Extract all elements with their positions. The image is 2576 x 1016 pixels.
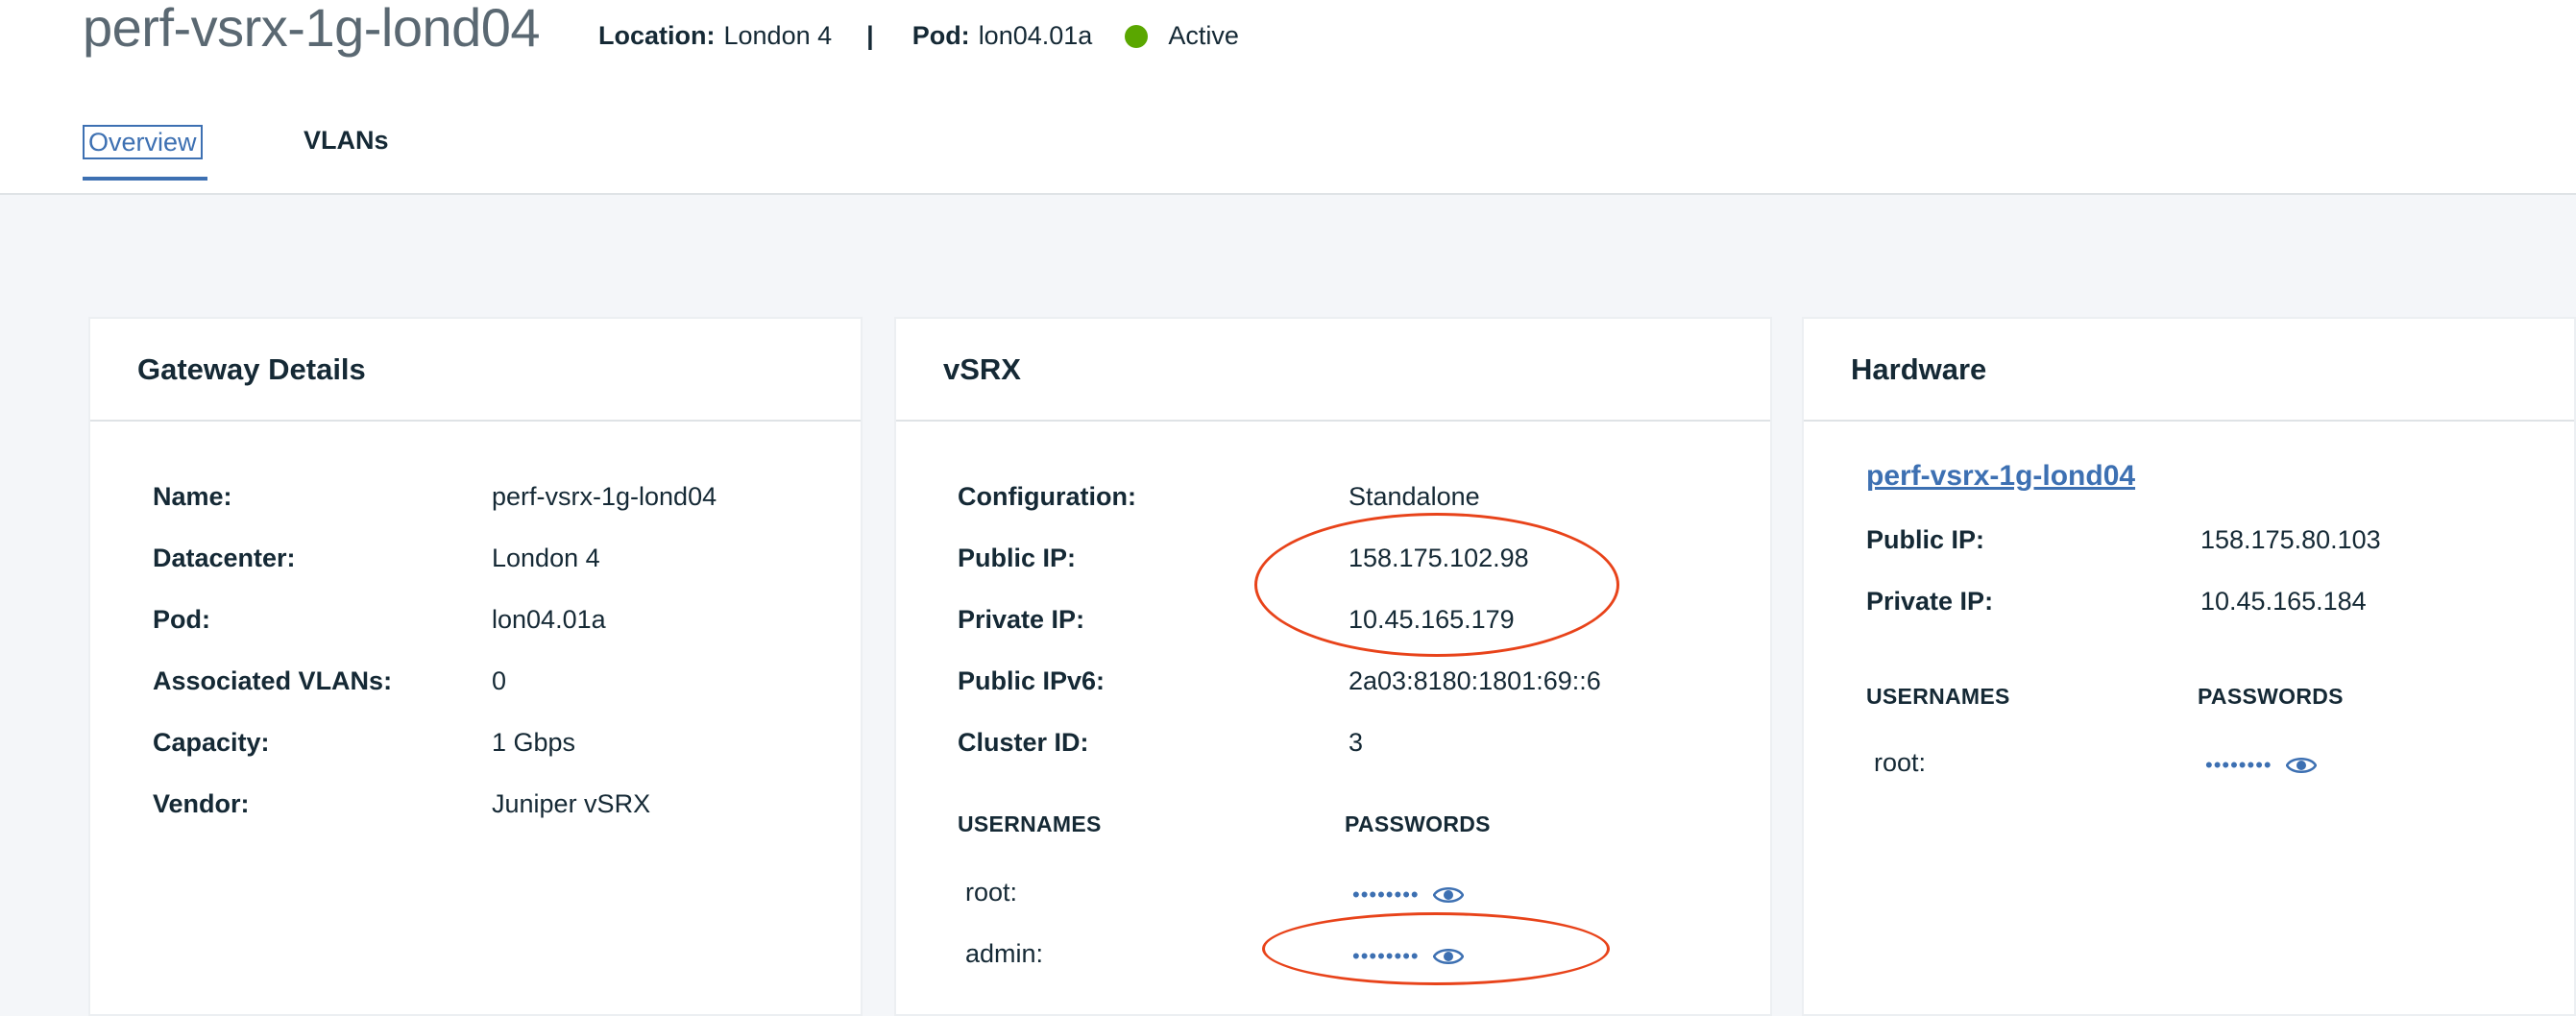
detail-value: 2a03:8180:1801:69::6	[1349, 666, 1601, 695]
detail-value: 158.175.80.103	[2200, 525, 2381, 554]
password-field-root: ••••••••	[2205, 755, 2317, 776]
detail-value: Juniper vSRX	[492, 789, 651, 818]
username-root: root:	[965, 878, 1018, 907]
password-mask: ••••••••	[2205, 753, 2272, 777]
passwords-header: PASSWORDS	[1345, 811, 1491, 836]
vsrx-card: vSRX Configuration: Standalone Public IP…	[894, 317, 1772, 1016]
detail-label: Pod:	[153, 605, 210, 634]
card-title: vSRX	[943, 352, 1021, 386]
detail-value: 1 Gbps	[492, 728, 576, 757]
card-title: Hardware	[1851, 352, 1987, 386]
username-root: root:	[1874, 748, 1927, 777]
password-mask: ••••••••	[1352, 883, 1420, 907]
hardware-device-link[interactable]: perf-vsrx-1g-lond04	[1866, 460, 2135, 493]
password-field-admin: ••••••••	[1352, 946, 1464, 967]
card-header: Hardware	[1804, 319, 2574, 422]
detail-value: perf-vsrx-1g-lond04	[492, 482, 717, 511]
card-header: Gateway Details	[90, 319, 861, 422]
status-text: Active	[1168, 21, 1239, 50]
card-header: vSRX	[896, 319, 1770, 422]
usernames-header: USERNAMES	[1866, 684, 2010, 709]
hardware-card: Hardware perf-vsrx-1g-lond04 Public IP: …	[1802, 317, 2576, 1016]
detail-label: Public IPv6:	[958, 666, 1106, 695]
detail-value: 10.45.165.184	[2200, 587, 2367, 616]
tab-vlans[interactable]: VLANs	[304, 125, 389, 156]
tab-selected-indicator	[83, 177, 207, 181]
detail-label: Public IP:	[1866, 525, 1985, 554]
detail-label: Associated VLANs:	[153, 666, 393, 695]
detail-label: Capacity:	[153, 728, 270, 757]
status-dot-icon	[1125, 24, 1149, 48]
pod-label: Pod:	[911, 21, 970, 50]
eye-icon[interactable]	[1432, 884, 1464, 906]
usernames-header: USERNAMES	[958, 811, 1102, 836]
password-field-root: ••••••••	[1352, 884, 1464, 906]
password-mask: ••••••••	[1352, 944, 1420, 968]
detail-value: Standalone	[1349, 482, 1480, 511]
tab-overview[interactable]: Overview	[83, 125, 203, 159]
detail-value: lon04.01a	[492, 605, 606, 634]
page-header: perf-vsrx-1g-lond04 Location: London 4 |…	[0, 0, 2576, 195]
detail-label: Configuration:	[958, 482, 1136, 511]
passwords-header: PASSWORDS	[2198, 684, 2344, 709]
gateway-details-card: Gateway Details Name: perf-vsrx-1g-lond0…	[88, 317, 863, 1016]
gateway-meta: Location: London 4 | Pod: lon04.01a Acti…	[598, 21, 1239, 51]
eye-icon[interactable]	[1432, 946, 1464, 967]
pod-value: lon04.01a	[978, 21, 1093, 50]
username-admin: admin:	[965, 939, 1044, 968]
location-value: London 4	[723, 21, 833, 50]
detail-value: 158.175.102.98	[1349, 544, 1529, 572]
location-label: Location:	[598, 21, 716, 50]
page-title: perf-vsrx-1g-lond04	[83, 0, 541, 58]
meta-separator: |	[866, 21, 874, 50]
detail-label: Public IP:	[958, 544, 1077, 572]
detail-label: Cluster ID:	[958, 728, 1089, 757]
detail-label: Vendor:	[153, 789, 250, 818]
detail-value: 10.45.165.179	[1349, 605, 1515, 634]
detail-label: Private IP:	[958, 605, 1085, 634]
detail-value: 0	[492, 666, 507, 695]
detail-label: Private IP:	[1866, 587, 1994, 616]
detail-value: London 4	[492, 544, 600, 572]
detail-label: Datacenter:	[153, 544, 296, 572]
eye-icon[interactable]	[2285, 755, 2317, 776]
detail-label: Name:	[153, 482, 232, 511]
detail-value: 3	[1349, 728, 1364, 757]
card-title: Gateway Details	[137, 352, 366, 386]
